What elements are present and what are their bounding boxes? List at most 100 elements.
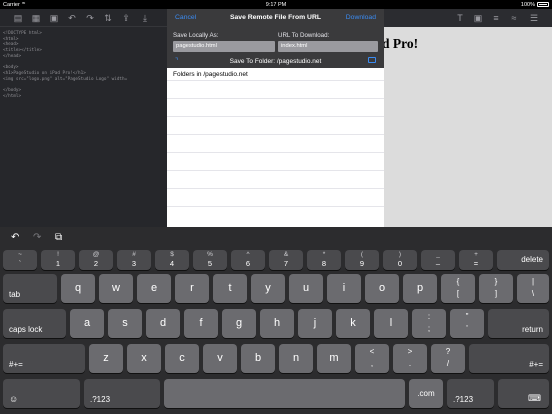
- key-3[interactable]: #3: [117, 250, 151, 270]
- menu-icon[interactable]: ☰: [528, 12, 540, 24]
- sort-icon[interactable]: ⇅: [102, 12, 114, 24]
- dismiss-keyboard-key[interactable]: ⌨: [498, 379, 549, 408]
- key-bracket-left[interactable]: {[: [441, 274, 475, 303]
- status-bar: Carrier ≈ 9:17 PM 100%: [0, 0, 552, 9]
- key-2[interactable]: @2: [79, 250, 113, 270]
- share-icon[interactable]: ⇪: [120, 12, 132, 24]
- key-c[interactable]: c: [165, 344, 199, 373]
- key-semicolon[interactable]: :;: [412, 309, 446, 338]
- text-format-icon[interactable]: T: [454, 12, 466, 24]
- paste-icon[interactable]: ⧉: [55, 232, 62, 243]
- url-input[interactable]: index.html: [278, 41, 378, 52]
- key-7[interactable]: & 7: [269, 250, 303, 270]
- text-size-icon[interactable]: ≡: [490, 12, 502, 24]
- key-t[interactable]: t: [213, 274, 247, 303]
- shift-left-key[interactable]: #+=: [3, 344, 85, 373]
- key-5[interactable]: % 5: [193, 250, 227, 270]
- numbers-left-key[interactable]: .?123: [84, 379, 160, 408]
- download-icon[interactable]: ⤓: [139, 12, 151, 24]
- editor-toolbar: ▤ ▦ ▣ ↶ ↷ ⇅ ⇪ ⤓: [0, 9, 167, 27]
- key-1[interactable]: ! 1: [41, 250, 75, 270]
- key-minus[interactable]: _ –: [421, 250, 455, 270]
- key-4[interactable]: $4: [155, 250, 189, 270]
- key-j[interactable]: j: [298, 309, 332, 338]
- wifi-share-icon[interactable]: ≈: [508, 12, 520, 24]
- key-6[interactable]: ^ 6: [231, 250, 265, 270]
- key-g[interactable]: g: [222, 309, 256, 338]
- tab-key[interactable]: tab: [3, 274, 57, 303]
- shortcut-bar: ↶ ↷ ⧉: [0, 227, 552, 249]
- keyboard-dismiss-icon: ⌨: [528, 393, 541, 403]
- folder-list[interactable]: Folders in /pagestudio.net: [167, 68, 384, 227]
- key-bracket-right[interactable]: }]: [479, 274, 513, 303]
- list-separator: [167, 206, 384, 207]
- bookmark-icon[interactable]: ▣: [48, 12, 60, 24]
- key-y[interactable]: y: [251, 274, 285, 303]
- cancel-button[interactable]: Cancel: [175, 14, 196, 21]
- key-w[interactable]: w: [99, 274, 133, 303]
- key-backtick[interactable]: ~ `: [3, 250, 37, 270]
- page-icon[interactable]: ▦: [30, 12, 42, 24]
- onscreen-keyboard: ↶ ↷ ⧉ ~ ` ! 1 @2 #3 $4 % 5 ^ 6 & 7 * 8 (9 ) 0 _…: [0, 227, 552, 414]
- download-button[interactable]: Download: [346, 14, 376, 21]
- key-8[interactable]: * 8: [307, 250, 341, 270]
- key-0[interactable]: ) 0: [383, 250, 417, 270]
- save-to-folder-row: ⌝ Save To Folder: /pagestudio.net: [167, 56, 384, 68]
- code-text[interactable]: <!DOCTYPE html> <html> <head> <title></titl…: [3, 31, 127, 99]
- key-n[interactable]: n: [279, 344, 313, 373]
- key-v[interactable]: v: [203, 344, 237, 373]
- list-separator: [167, 134, 384, 135]
- key-k[interactable]: k: [336, 309, 370, 338]
- key-slash[interactable]: ? /: [431, 344, 465, 373]
- key-o[interactable]: o: [365, 274, 399, 303]
- key-z[interactable]: z: [89, 344, 123, 373]
- undo-icon[interactable]: ↶: [66, 12, 78, 24]
- numbers-right-key[interactable]: .?123: [447, 379, 494, 408]
- key-l[interactable]: l: [374, 309, 408, 338]
- undo-icon[interactable]: ↶: [11, 232, 19, 243]
- key-i[interactable]: i: [327, 274, 361, 303]
- shift-right-key[interactable]: #+=: [469, 344, 549, 373]
- list-separator: [167, 170, 384, 171]
- redo-icon[interactable]: ↷: [33, 232, 41, 243]
- list-separator: [167, 80, 384, 81]
- key-p[interactable]: p: [403, 274, 437, 303]
- url-label: URL To Download:: [278, 32, 330, 39]
- status-time: 9:17 PM: [265, 1, 287, 8]
- key-s[interactable]: s: [108, 309, 142, 338]
- files-icon[interactable]: ▤: [12, 12, 24, 24]
- dotcom-key[interactable]: .com: [409, 379, 443, 408]
- delete-key[interactable]: delete: [497, 250, 549, 270]
- list-separator: [167, 116, 384, 117]
- key-m[interactable]: m: [317, 344, 351, 373]
- key-d[interactable]: d: [146, 309, 180, 338]
- key-q[interactable]: q: [61, 274, 95, 303]
- key-comma[interactable]: <,: [355, 344, 389, 373]
- image-icon[interactable]: ▣: [472, 12, 484, 24]
- new-folder-icon[interactable]: [368, 57, 376, 63]
- key-u[interactable]: u: [289, 274, 323, 303]
- key-a[interactable]: a: [70, 309, 104, 338]
- code-line: <img src="logo.png" alt="PageStudio Logo…: [3, 76, 128, 82]
- save-locally-input[interactable]: pagestudio.html: [173, 41, 275, 52]
- key-quote[interactable]: " ': [450, 309, 484, 338]
- key-period[interactable]: >.: [393, 344, 427, 373]
- key-x[interactable]: x: [127, 344, 161, 373]
- key-e[interactable]: e: [137, 274, 171, 303]
- key-r[interactable]: r: [175, 274, 209, 303]
- emoji-key[interactable]: ☺: [3, 379, 80, 408]
- redo-icon[interactable]: ↷: [84, 12, 96, 24]
- key-9[interactable]: (9: [345, 250, 379, 270]
- key-equals[interactable]: + =: [459, 250, 493, 270]
- save-remote-file-dialog: Save Remote File From URL Cancel Downloa…: [167, 9, 384, 227]
- key-f[interactable]: f: [184, 309, 218, 338]
- key-b[interactable]: b: [241, 344, 275, 373]
- key-h[interactable]: h: [260, 309, 294, 338]
- code-editor[interactable]: ▤ ▦ ▣ ↶ ↷ ⇅ ⇪ ⤓ <!DOCTYPE html> <html> <he…: [0, 9, 167, 227]
- space-key[interactable]: [164, 379, 405, 408]
- caps-lock-key[interactable]: caps lock: [3, 309, 66, 338]
- preview-toolbar: T ▣ ≡ ≈ ☰: [384, 9, 552, 27]
- return-key[interactable]: return: [488, 309, 549, 338]
- app-root: { "status": { "carrier": "Carrier", "tim…: [0, 0, 552, 414]
- key-backslash[interactable]: | \: [517, 274, 549, 303]
